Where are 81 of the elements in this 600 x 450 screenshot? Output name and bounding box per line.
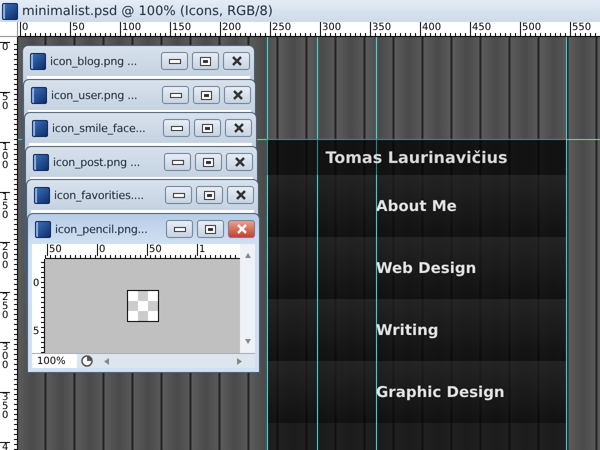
ruler-label: 50 <box>70 22 120 34</box>
close-icon <box>236 224 248 234</box>
ruler-label: 300 <box>320 22 370 34</box>
close-button[interactable] <box>225 119 252 137</box>
minimize-icon <box>172 192 184 198</box>
close-icon <box>230 56 242 66</box>
close-icon <box>232 123 244 133</box>
minimize-button[interactable] <box>164 153 191 171</box>
ruler-label: 0 <box>20 22 70 34</box>
minimize-button[interactable] <box>163 119 190 137</box>
close-button[interactable] <box>223 52 250 70</box>
minimize-icon <box>174 226 186 232</box>
ruler-label: 50 <box>0 92 10 142</box>
maximize-button[interactable] <box>194 119 221 137</box>
ruler-label: 0 <box>32 279 40 289</box>
pie-icon[interactable] <box>81 355 93 367</box>
zoom-field[interactable]: 100% <box>32 354 77 368</box>
ruler-label: 50 <box>47 244 97 256</box>
ruler-origin[interactable] <box>0 22 18 37</box>
document-title: icon_user.png ... <box>51 88 138 102</box>
scroll-down-icon[interactable] <box>244 338 250 345</box>
ruler-label: 0 <box>0 42 10 92</box>
close-icon <box>234 157 246 167</box>
ruler-label: 0 <box>97 244 147 256</box>
ruler-label: 150 <box>0 192 10 242</box>
document-title: icon_favorities.... <box>54 188 145 202</box>
ruler-label: 450 <box>470 22 520 34</box>
scroll-right-icon[interactable] <box>237 358 243 364</box>
maximize-icon <box>200 56 211 66</box>
close-icon <box>234 190 246 200</box>
minimize-icon <box>168 58 180 64</box>
transparent-thumbnail <box>126 290 158 322</box>
ruler-label: 500 <box>520 22 570 34</box>
app-icon <box>32 120 48 136</box>
maximize-button[interactable] <box>195 153 222 171</box>
minimize-icon <box>170 126 182 130</box>
document-title: icon_post.png ... <box>53 156 142 168</box>
document-title: icon_blog.png ... <box>50 54 138 68</box>
maximize-icon <box>205 224 216 234</box>
maximize-button[interactable] <box>196 186 223 204</box>
scroll-up-icon[interactable] <box>244 252 250 259</box>
ruler-label: 150 <box>170 22 220 34</box>
window-title: minimalist.psd @ 100% (Icons, RGB/8) <box>22 4 273 18</box>
maximize-icon <box>204 190 215 200</box>
close-button[interactable] <box>228 220 255 238</box>
maximize-button[interactable] <box>193 86 220 104</box>
app-icon <box>33 154 49 170</box>
minimize-button[interactable] <box>161 52 188 70</box>
app-icon <box>30 52 46 70</box>
minimize-button[interactable] <box>165 186 192 204</box>
ruler-label: 200 <box>220 22 270 34</box>
minimize-button[interactable] <box>166 220 193 238</box>
vertical-scrollbar[interactable] <box>240 244 255 353</box>
maximize-icon <box>201 90 212 100</box>
maximize-icon <box>202 124 213 132</box>
minimize-icon <box>170 92 182 98</box>
document-title: icon_pencil.png... <box>55 222 149 236</box>
ruler-label: 350 <box>370 22 420 34</box>
maximize-button[interactable] <box>197 220 224 238</box>
maximize-button[interactable] <box>192 52 219 70</box>
ruler-label: 400 <box>420 22 470 34</box>
scroll-left-icon[interactable] <box>103 358 109 364</box>
ruler-label: 100 <box>120 22 170 34</box>
app-icon <box>34 186 50 204</box>
app-icon <box>35 220 51 238</box>
ruler-label: 550 <box>570 22 600 34</box>
minimize-button[interactable] <box>162 86 189 104</box>
close-button[interactable] <box>224 86 251 104</box>
ruler-label: 50 <box>147 244 197 256</box>
ruler-label: 250 <box>270 22 320 34</box>
ruler-label: 5 <box>32 327 40 337</box>
close-button[interactable] <box>226 153 253 171</box>
maximize-icon <box>203 158 214 166</box>
document-title: icon_smile_face... <box>52 122 146 134</box>
app-icon <box>31 86 47 104</box>
ruler-label: 4 <box>0 442 10 450</box>
app-icon <box>2 2 18 20</box>
ruler-label: 100 <box>0 142 10 192</box>
close-icon <box>232 90 244 100</box>
close-button[interactable] <box>227 186 254 204</box>
minimize-icon <box>172 160 184 164</box>
